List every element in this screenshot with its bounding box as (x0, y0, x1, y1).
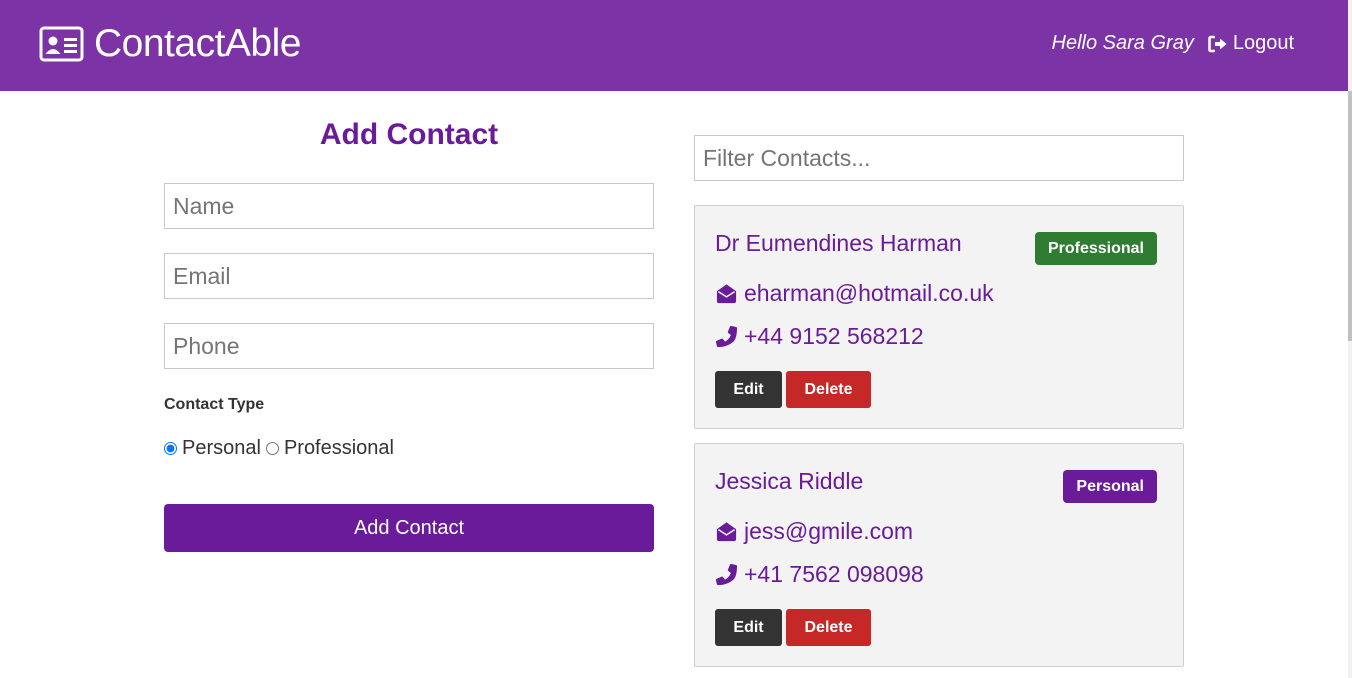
contact-email: eharman@hotmail.co.uk (744, 280, 994, 306)
user-greeting: Hello Sara Gray (1051, 32, 1194, 54)
delete-button[interactable]: Delete (786, 371, 871, 408)
phone-icon (715, 563, 738, 586)
id-card-icon (39, 26, 84, 62)
contact-email: jess@gmile.com (744, 518, 914, 544)
add-contact-button[interactable]: Add Contact (164, 504, 654, 552)
navbar: ContactAble Hello Sara Gray Logout (0, 0, 1348, 91)
sign-out-icon (1208, 35, 1227, 52)
personal-radio[interactable] (164, 442, 177, 455)
contact-type-radios: Personal Professional (164, 437, 399, 460)
edit-button[interactable]: Edit (715, 371, 782, 408)
phone-input[interactable] (164, 323, 654, 369)
contact-phone-row: +41 7562 098098 (715, 561, 924, 588)
professional-radio[interactable] (265, 442, 279, 455)
contact-card: Dr Eumendines Harman Professional eharma… (694, 205, 1184, 429)
scrollbar-thumb[interactable] (1348, 91, 1352, 341)
contact-phone-row: +44 9152 568212 (715, 323, 924, 350)
contact-card: Jessica Riddle Personal jess@gmile.com +… (694, 443, 1184, 667)
envelope-open-icon (716, 284, 737, 304)
add-contact-form: Add Contact Contact Type Personal Profes… (164, 110, 654, 552)
filter-contacts-input[interactable] (694, 135, 1184, 181)
contact-email-row: eharman@hotmail.co.uk (715, 280, 994, 307)
envelope-open-icon (716, 522, 737, 542)
brand[interactable]: ContactAble (39, 22, 301, 66)
contact-name: Jessica Riddle (715, 468, 864, 494)
logout-link[interactable]: Logout (1208, 32, 1294, 55)
form-title: Add Contact (319, 118, 499, 151)
delete-button[interactable]: Delete (786, 609, 871, 646)
contact-phone: +44 9152 568212 (744, 323, 924, 349)
contact-phone: +41 7562 098098 (744, 561, 924, 587)
contact-email-row: jess@gmile.com (715, 518, 913, 545)
contact-type-label: Contact Type (164, 396, 265, 413)
phone-icon (715, 325, 738, 348)
email-input[interactable] (164, 253, 654, 299)
edit-button[interactable]: Edit (715, 609, 782, 646)
brand-name: ContactAble (94, 22, 301, 65)
nav-user-area: Hello Sara Gray Logout (1052, 32, 1294, 55)
logout-label: Logout (1232, 32, 1294, 54)
contact-name: Dr Eumendines Harman (715, 230, 962, 256)
personal-radio-label[interactable]: Personal (182, 437, 261, 460)
contact-type-badge: Personal (1063, 470, 1157, 503)
contact-type-badge: Professional (1034, 232, 1157, 265)
professional-radio-label[interactable]: Professional (284, 437, 394, 460)
name-input[interactable] (164, 183, 654, 229)
